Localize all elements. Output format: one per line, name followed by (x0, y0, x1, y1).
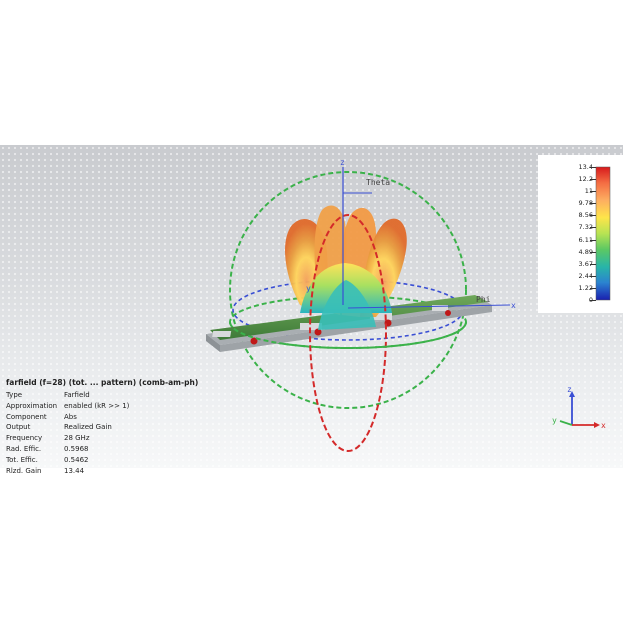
axis-triad: z y x (552, 385, 606, 430)
info-key: Rad. Effic. (6, 444, 42, 453)
info-value: Realized Gain (64, 423, 112, 432)
z-axis-label: z (340, 158, 345, 167)
info-value: 0.5462 (64, 455, 89, 464)
info-row: Component Abs (6, 412, 196, 423)
info-value: Farfield (64, 391, 90, 399)
colorbar-tick (590, 179, 596, 181)
colorbar-tick (590, 287, 596, 289)
info-key: Component (6, 412, 47, 421)
colorbar-tick (590, 275, 596, 277)
colorbar-tick (590, 203, 596, 205)
theta-label: Theta (366, 178, 390, 187)
info-key: Rlzd. Gain (6, 466, 42, 475)
info-value: 13.44 (64, 466, 85, 475)
colorbar-tick (590, 300, 596, 301)
radiation-pattern (285, 205, 407, 330)
colorbar-tick (590, 215, 596, 217)
info-row: Rad. Effic. 0.5968 (6, 444, 196, 455)
info-row: Rlzd. Gain 13.44 (6, 466, 196, 477)
farfield-info-panel: farfield (f=28) (tot. ... pattern) (comb… (6, 378, 199, 477)
info-key: Frequency (6, 434, 43, 443)
info-row: Approximation enabled (kR >> 1) (6, 401, 196, 412)
info-value: 28 GHz (64, 434, 90, 443)
triad-z-label: z (567, 385, 572, 394)
info-row: Frequency 28 GHz (6, 433, 196, 444)
colorbar-legend: 13.4 12.2 11 9.78 8.56 7.32 6.11 4.89 3.67 2.44 1.… (538, 155, 623, 313)
colorbar-tick (590, 191, 596, 193)
colorbar-tick (590, 263, 596, 265)
info-row: Type Farfield (6, 390, 196, 401)
info-key: Approximation (6, 401, 58, 410)
colorbar-tick (590, 251, 596, 253)
colorbar-gradient (595, 166, 611, 301)
triad-y-label: y (552, 416, 557, 425)
info-title: farfield (f=28) (tot. ... pattern) (comb… (6, 378, 199, 387)
info-key: Tot. Effic. (6, 455, 38, 464)
phi-label: Phi (476, 295, 491, 304)
triad-x-label: x (601, 421, 606, 430)
x-axis-label: x (511, 301, 516, 310)
info-key: Type (6, 391, 23, 399)
colorbar-tick (590, 239, 596, 241)
info-value: enabled (kR >> 1) (64, 401, 130, 410)
info-row: Output Realized Gain (6, 422, 196, 433)
colorbar-tick (590, 227, 596, 229)
info-value: 0.5968 (64, 444, 89, 453)
info-key: Output (6, 423, 31, 432)
info-value: Abs (64, 412, 77, 421)
y-axis-label: y (306, 284, 311, 293)
info-row: Tot. Effic. 0.5462 (6, 455, 196, 466)
colorbar-tick (590, 167, 596, 168)
